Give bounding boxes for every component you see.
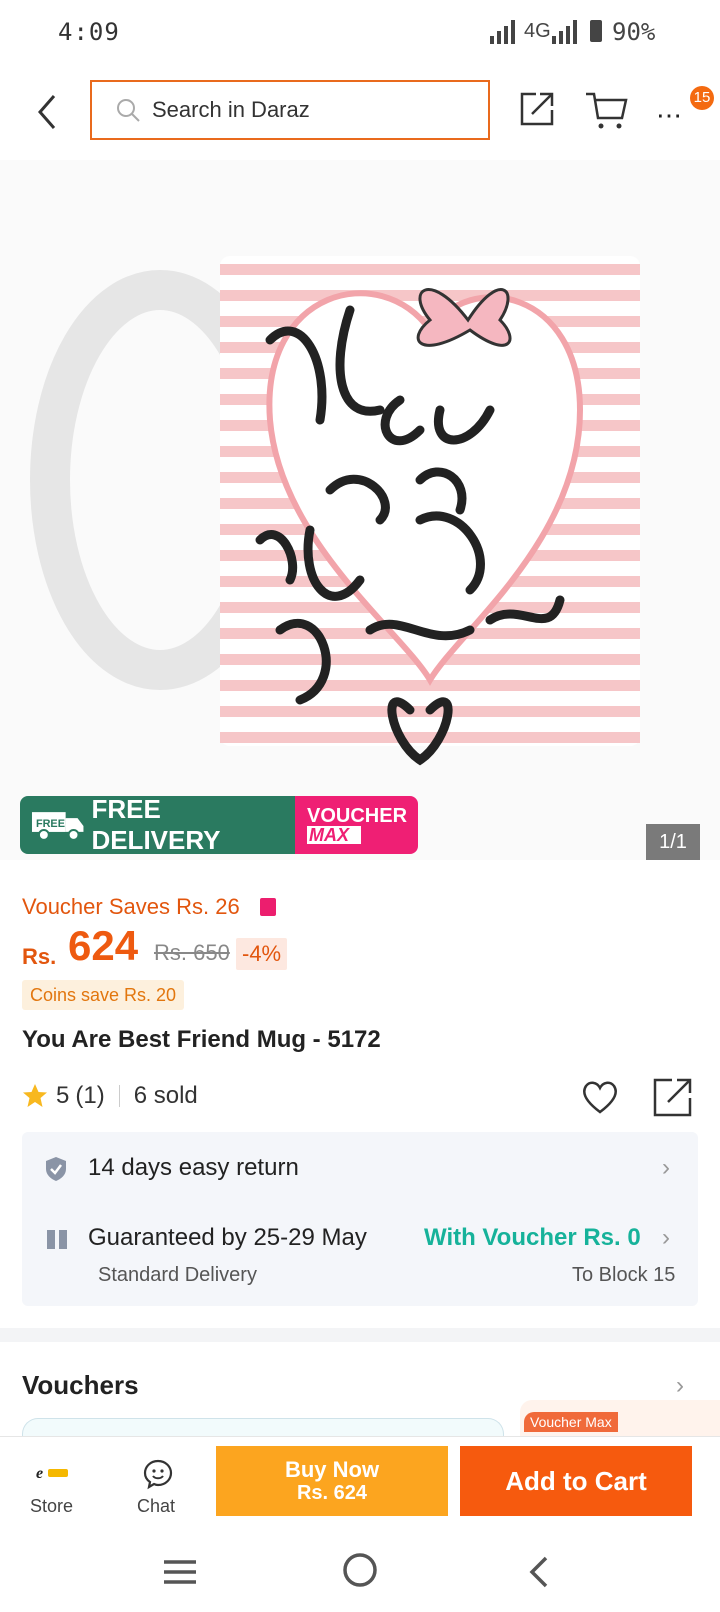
network-type: 4G xyxy=(524,20,551,42)
search-bar[interactable]: Search in Daraz xyxy=(90,80,490,140)
voucher-max-badge: VOUCHER MAX xyxy=(295,796,418,854)
more-options-icon[interactable]: ⋯ xyxy=(656,100,684,131)
delivery-type: Standard Delivery xyxy=(98,1264,257,1286)
free-delivery-badge: FREE FREE DELIVERY xyxy=(20,796,295,854)
voucher-delivery-text[interactable]: With Voucher Rs. 0 xyxy=(424,1224,641,1252)
coins-save-badge: Coins save Rs. 20 xyxy=(22,980,185,1010)
recent-apps-icon[interactable] xyxy=(160,1552,200,1592)
star-icon xyxy=(23,1084,47,1107)
chevron-right-icon[interactable]: › xyxy=(662,1154,670,1182)
voucher-icon xyxy=(260,898,276,916)
truck-icon: FREE xyxy=(31,812,84,841)
free-delivery-label: FREE DELIVERY xyxy=(91,796,221,854)
discount-badge: -4% xyxy=(236,938,288,970)
status-time: 4:09 xyxy=(58,18,120,46)
sold-count: 6 sold xyxy=(133,1082,198,1109)
battery-percent: 90% xyxy=(612,18,656,46)
buy-now-label: Buy Now xyxy=(284,1457,380,1482)
currency-label: Rs. xyxy=(22,944,57,969)
section-divider xyxy=(0,1328,720,1342)
guarantee-text[interactable]: Guaranteed by 25-29 May xyxy=(88,1224,367,1252)
voucher-label: VOUCHER xyxy=(307,805,408,827)
product-price: 624 xyxy=(68,922,139,969)
buy-now-price: Rs. 624 xyxy=(296,1482,368,1504)
search-icon xyxy=(117,99,140,122)
store-logo-icon[interactable]: e xyxy=(34,1460,70,1486)
system-back-icon[interactable] xyxy=(524,1552,554,1592)
cart-icon[interactable] xyxy=(584,88,628,132)
divider xyxy=(118,1085,120,1107)
share-icon-2[interactable] xyxy=(652,1076,694,1118)
voucher-saves-text[interactable]: Voucher Saves Rs. 26 xyxy=(22,894,240,920)
store-label[interactable]: Store xyxy=(30,1496,73,1517)
search-placeholder: Search in Daraz xyxy=(152,97,310,122)
delivery-destination: To Block 15 xyxy=(572,1264,676,1286)
svg-text:e: e xyxy=(36,1465,43,1482)
share-icon[interactable] xyxy=(518,90,556,128)
vouchers-title[interactable]: Vouchers xyxy=(22,1370,139,1401)
voucher-card-label: Voucher Max xyxy=(524,1412,618,1432)
original-price: Rs. 650 xyxy=(154,940,230,965)
battery-icon xyxy=(590,20,602,42)
product-title: You Are Best Friend Mug - 5172 xyxy=(22,1026,381,1053)
status-bar: 4:09 4G 90% xyxy=(0,0,720,70)
rating-count: (1) xyxy=(75,1082,105,1109)
buy-now-button[interactable]: Buy Now Rs. 624 xyxy=(216,1446,448,1516)
notification-badge: 15 xyxy=(690,86,714,110)
add-to-cart-button[interactable]: Add to Cart xyxy=(460,1446,692,1516)
easy-return-text[interactable]: 14 days easy return xyxy=(88,1154,299,1182)
vouchers-chevron-icon[interactable]: › xyxy=(676,1372,684,1400)
signal-icon xyxy=(490,20,515,44)
max-label: MAX xyxy=(307,826,361,844)
mug-illustration xyxy=(0,160,720,860)
voucher-card-2[interactable]: Voucher Max xyxy=(520,1400,720,1438)
free-tag: FREE xyxy=(36,818,65,830)
rating-value: 5 xyxy=(56,1082,70,1109)
chat-label[interactable]: Chat xyxy=(137,1496,175,1517)
home-icon[interactable] xyxy=(340,1550,380,1590)
back-icon[interactable] xyxy=(32,92,64,132)
wishlist-heart-icon[interactable] xyxy=(580,1078,620,1116)
chevron-right-icon-2[interactable]: › xyxy=(662,1224,670,1252)
signal-icon-2 xyxy=(552,20,577,44)
rating-row[interactable]: 5 (1) 6 sold xyxy=(22,1082,198,1110)
image-counter: 1/1 xyxy=(646,824,700,860)
delivery-box-icon xyxy=(47,1230,67,1249)
product-image[interactable] xyxy=(0,160,720,860)
shield-check-icon xyxy=(46,1157,66,1181)
chat-icon[interactable] xyxy=(142,1458,174,1490)
promo-badges: FREE FREE DELIVERY VOUCHER MAX xyxy=(20,796,418,854)
